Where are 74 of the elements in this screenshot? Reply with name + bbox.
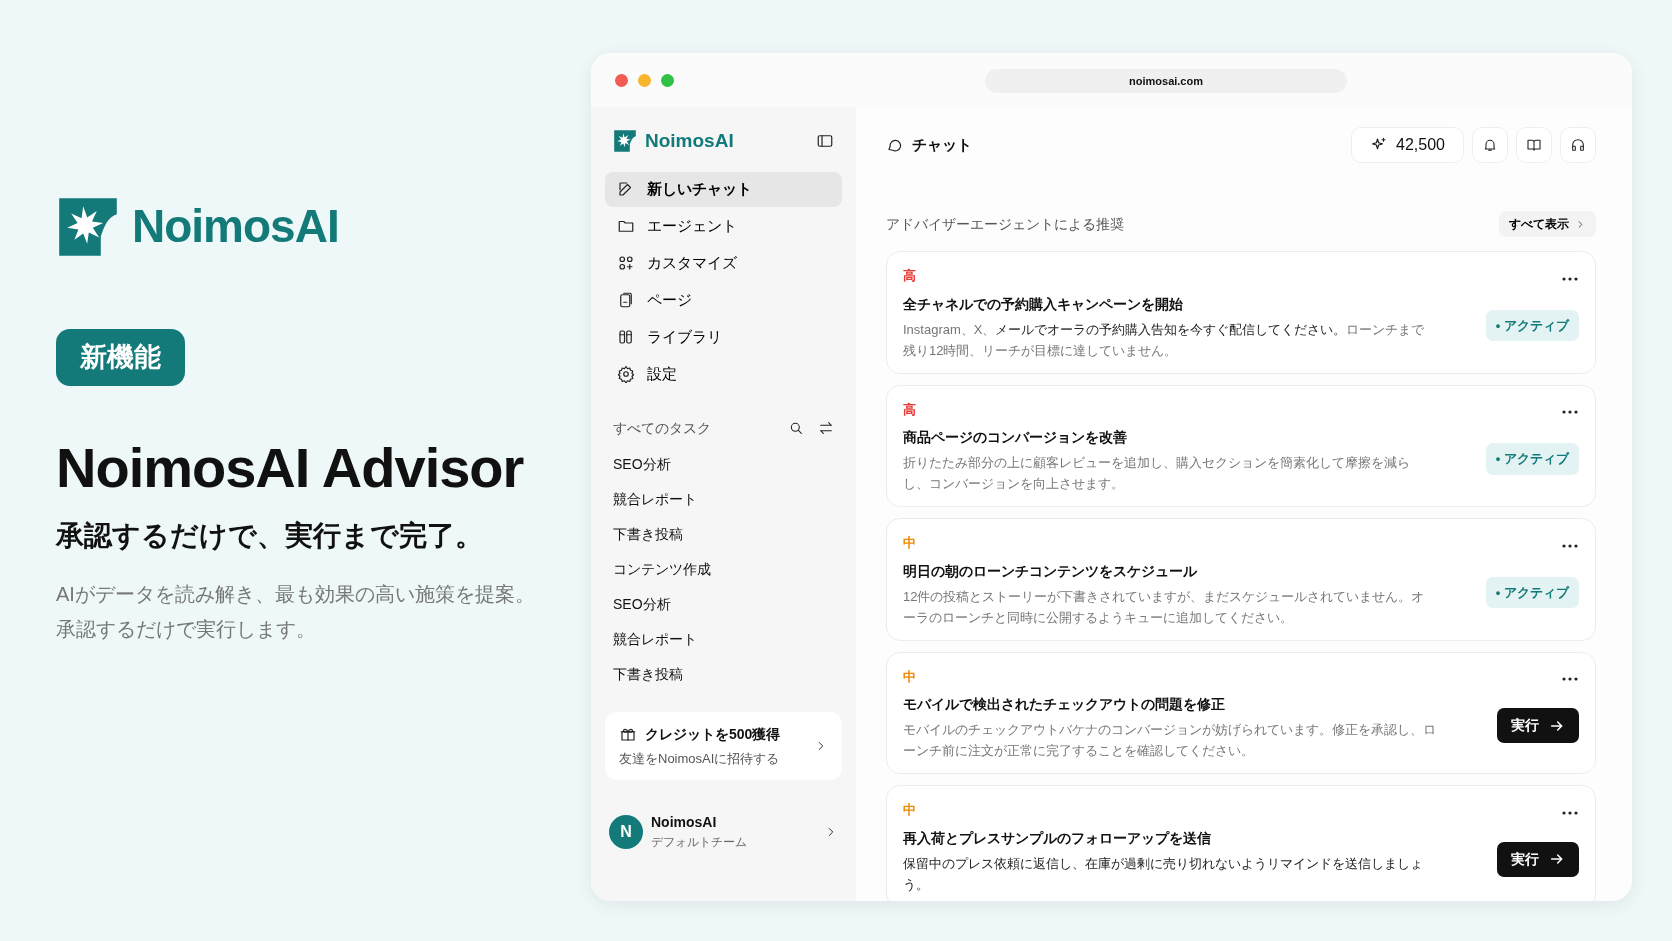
- card-title: モバイルで検出されたチェックアウトの問題を修正: [903, 695, 1226, 714]
- description-line: AIがデータを読み解き、最も効果の高い施策を提案。: [56, 581, 536, 607]
- description-line: 承認するだけで実行します。: [56, 616, 317, 642]
- card-title: 再入荷とプレスサンプルのフォローアップを送信: [903, 828, 1212, 848]
- more-icon: [1561, 275, 1579, 282]
- minimize-dot[interactable]: [638, 73, 651, 87]
- section-heading: すべてのタスク: [613, 418, 712, 438]
- card-description: 折りたたみ部分の上に顧客レビューを追加し、購入セクションを簡素化して摩擦を減らし、コンバージョンを向上させます。: [903, 454, 1411, 493]
- nav-item[interactable]: 新しいチャット: [605, 171, 842, 207]
- task-item[interactable]: 競合レポート: [605, 621, 842, 657]
- task-item[interactable]: 下書き投稿: [605, 656, 842, 692]
- card-description: 保留中のプレス依頼に返信し、在庫が過剰に売り切れないようリマインドを送信しましょう。: [903, 854, 1424, 894]
- card-description: 12件の投稿とストーリーが下書きされていますが、まだスケジュールされていません。オーラのローンチと同時に公開するようキューに追加してください。: [903, 587, 1426, 627]
- new-feature-badge: 新機能: [56, 329, 185, 386]
- run-button[interactable]: 実行: [1497, 841, 1579, 877]
- bell-button[interactable]: [1472, 127, 1508, 163]
- card-title: 商品ページのコンバージョンを改善: [903, 428, 1128, 447]
- address-bar[interactable]: noimosai.com: [985, 69, 1347, 93]
- task-item[interactable]: 競合レポート: [605, 481, 842, 517]
- page-icon: [617, 291, 635, 309]
- tagline: 承認するだけで、実行まで完了。: [56, 518, 484, 553]
- section-heading: アドバイザーエージェントによる推奨: [886, 214, 1124, 234]
- more-icon: [1561, 809, 1579, 816]
- nav-item[interactable]: ライブラリ: [605, 319, 842, 355]
- brand-name: NoimosAI: [645, 129, 734, 153]
- more-icon: [1561, 676, 1579, 683]
- priority-label: 高: [903, 267, 917, 285]
- grid-icon: [617, 254, 635, 272]
- credits-count: 42,500: [1396, 135, 1445, 155]
- zoom-dot[interactable]: [661, 73, 674, 87]
- headset-icon: [1570, 137, 1586, 153]
- search-icon[interactable]: [788, 420, 804, 436]
- priority-label: 中: [903, 667, 917, 686]
- card-description: モバイルのチェックアウトバケナのコンバージョンが妨げられています。修正を承認し、ローンチ前に注文が正常に完了することを確認してください。: [903, 721, 1437, 760]
- task-item[interactable]: SEO分析: [605, 586, 842, 622]
- task-item[interactable]: 下書き投稿: [605, 516, 842, 552]
- more-icon: [1561, 409, 1579, 416]
- book-icon: [1526, 137, 1542, 153]
- books-icon: [617, 328, 635, 346]
- priority-label: 高: [903, 400, 917, 419]
- view-all-button[interactable]: すべて表示: [1499, 211, 1596, 237]
- priority-label: 中: [903, 534, 917, 552]
- bell-icon: [1482, 137, 1498, 153]
- more-icon: [1561, 542, 1579, 549]
- card-title: 明日の朝のローンチコンテンツをスケジュール: [903, 561, 1198, 581]
- avatar: N: [609, 814, 643, 849]
- referral-title: クレジットを500獲得: [645, 724, 781, 744]
- page-title: チャット: [912, 134, 972, 155]
- nav-item[interactable]: カスタマイズ: [605, 245, 842, 281]
- status-badge: • アクティブ: [1485, 443, 1579, 475]
- status-badge: • アクティブ: [1485, 309, 1579, 341]
- task-item[interactable]: コンテンツ作成: [605, 551, 842, 587]
- status-badge: • アクティブ: [1485, 576, 1579, 608]
- swap-icon[interactable]: [818, 420, 834, 436]
- run-button[interactable]: 実行: [1497, 708, 1579, 744]
- team-name: デフォルトチーム: [651, 834, 748, 851]
- hero-heading: NoimosAI Advisor: [56, 434, 525, 501]
- nav-item[interactable]: 設定: [605, 356, 842, 392]
- user-name: NoimosAI: [651, 813, 718, 832]
- nav-item[interactable]: エージェント: [605, 208, 842, 244]
- priority-label: 中: [903, 801, 917, 819]
- headset-button[interactable]: [1560, 127, 1596, 163]
- card-title: 全チャネルでの予約購入キャンペーンを開始: [903, 294, 1184, 314]
- logo-icon: [613, 129, 637, 154]
- brand-name: NoimosAI: [132, 199, 339, 254]
- task-item[interactable]: SEO分析: [605, 446, 842, 482]
- settings-icon: [617, 365, 635, 383]
- credits-button[interactable]: 42,500: [1351, 127, 1464, 163]
- nav-item[interactable]: ページ: [605, 282, 842, 318]
- close-dot[interactable]: [615, 73, 628, 87]
- card-description: Instagram、X、メールでオーラの予約購入告知を今すぐ配信してください。ローンチまで残り12時間、リーチが目標に達していません。: [903, 320, 1426, 360]
- book-button[interactable]: [1516, 127, 1552, 163]
- referral-subtitle: 友達をNoimosAIに招待する: [619, 749, 781, 768]
- referral-card[interactable]: クレジットを500獲得 友達をNoimosAIに招待する: [605, 711, 842, 780]
